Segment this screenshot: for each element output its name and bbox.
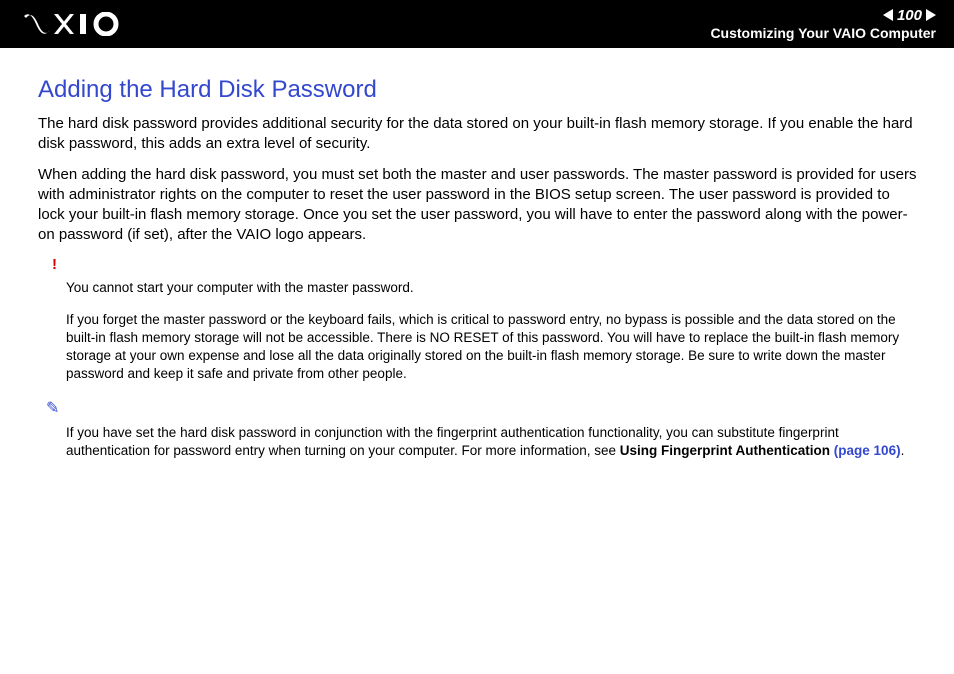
tip-suffix: .: [901, 443, 905, 458]
section-label: Customizing Your VAIO Computer: [710, 25, 936, 41]
warning-icon: !: [52, 256, 920, 273]
paragraph-2: When adding the hard disk password, you …: [38, 165, 920, 246]
page-number: 100: [897, 8, 922, 23]
tip-icon: ✎: [46, 398, 920, 418]
paragraph-1: The hard disk password provides addition…: [38, 114, 920, 155]
warning-line-2: If you forget the master password or the…: [66, 311, 920, 384]
page-content: Adding the Hard Disk Password The hard d…: [0, 48, 954, 460]
page-title: Adding the Hard Disk Password: [38, 76, 920, 104]
page-header: 100 Customizing Your VAIO Computer: [0, 0, 954, 48]
tip-link[interactable]: (page 106): [834, 443, 901, 458]
tip-bold: Using Fingerprint Authentication: [620, 443, 834, 458]
prev-page-icon[interactable]: [883, 9, 893, 21]
tip-text: If you have set the hard disk password i…: [66, 424, 920, 460]
page-nav: 100: [710, 8, 936, 23]
warning-line-1: You cannot start your computer with the …: [66, 279, 920, 297]
next-page-icon[interactable]: [926, 9, 936, 21]
vaio-logo: [24, 12, 134, 36]
header-right: 100 Customizing Your VAIO Computer: [710, 8, 936, 41]
